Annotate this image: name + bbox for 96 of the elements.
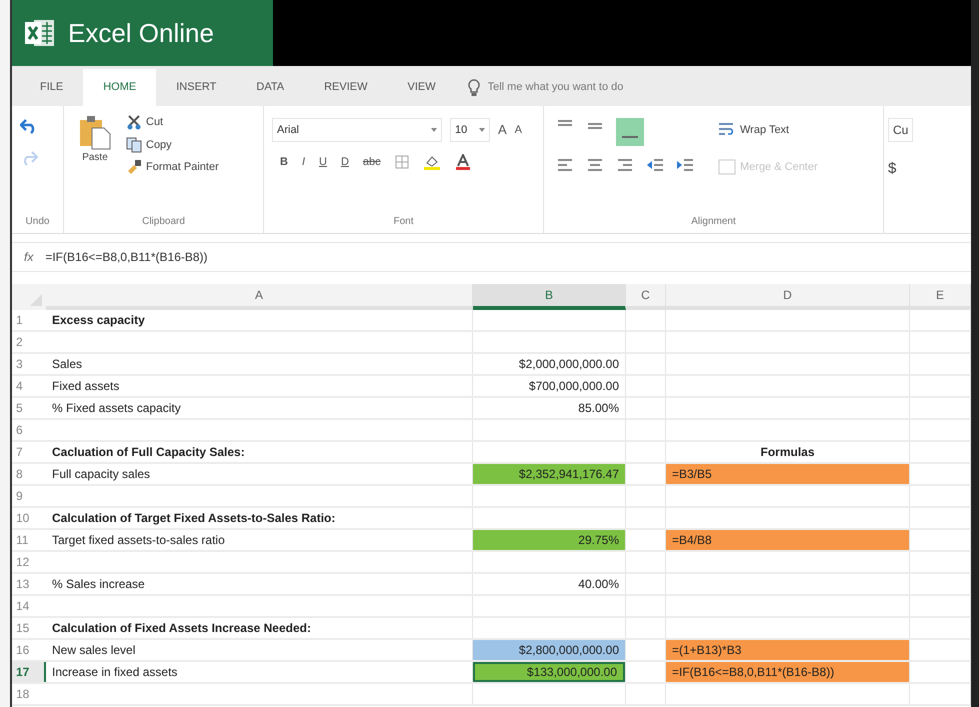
table-cell-text: Excess capacity: [51, 312, 146, 329]
ribbon-tab[interactable]: DATA: [236, 69, 304, 106]
table-cell: $133,000,000.00: [473, 662, 625, 682]
row-number[interactable]: 12: [12, 552, 46, 572]
table-cell-text: Increase in fixed assets: [51, 664, 178, 681]
table-cell-text: 85.00%: [577, 400, 620, 417]
lightbulb-icon: [468, 78, 480, 96]
group-label: Font: [392, 215, 414, 229]
row-number[interactable]: 13: [12, 574, 46, 594]
number-format-dropdown[interactable]: Cu: [888, 118, 914, 142]
font-size-dropdown[interactable]: 10: [450, 118, 490, 142]
table-cell: $2,352,941,176.47: [473, 464, 625, 484]
formula-field[interactable]: =IF(B16<=B8,0,B11*(B16-B8)): [45, 248, 959, 266]
font-style-button[interactable]: abc: [362, 154, 381, 170]
table-cell-text: Calculation of Target Fixed Assets-to-Sales Ratio:: [51, 510, 336, 527]
table-cell-text: Fixed assets: [51, 378, 120, 395]
row-number[interactable]: 11: [12, 530, 46, 550]
app-title: Excel Online: [68, 16, 214, 50]
group-label: Clipboard: [141, 215, 186, 229]
column-header[interactable]: E: [910, 284, 971, 310]
table-cell-text: $700,000,000.00: [528, 378, 620, 395]
clipboard-icon: [78, 114, 112, 150]
table-cell-text: Formulas: [759, 444, 816, 461]
row-number[interactable]: 15: [12, 618, 46, 638]
align-bottom-icon[interactable]: [616, 118, 644, 146]
row-number[interactable]: 8: [12, 464, 46, 484]
table-cell-text: Cacluation of Full Capacity Sales:: [51, 444, 246, 461]
column-header[interactable]: B: [473, 284, 626, 310]
wrap-text-button[interactable]: Wrap Text: [718, 122, 818, 138]
font-style-button[interactable]: U: [319, 154, 327, 170]
table-cell-text: Calculation of Fixed Assets Increase Needed:: [51, 620, 312, 637]
row-number[interactable]: 14: [12, 596, 46, 616]
row-number[interactable]: 2: [12, 332, 46, 352]
currency-button[interactable]: $: [888, 158, 914, 180]
row-number[interactable]: 18: [12, 684, 46, 704]
paste-button[interactable]: Paste: [72, 114, 118, 214]
table-cell: 29.75%: [473, 530, 625, 550]
column-header[interactable]: A: [46, 284, 473, 310]
ribbon-tab[interactable]: HOME: [83, 69, 156, 106]
ribbon-tab[interactable]: FILE: [20, 69, 84, 106]
fill-color-icon[interactable]: [422, 154, 441, 170]
merge-icon: [718, 158, 736, 175]
font-style-button[interactable]: B: [280, 154, 288, 170]
function-label: fx: [24, 249, 34, 266]
search-field[interactable]: Tell me what you want to do: [488, 79, 748, 96]
cut-button[interactable]: Cut: [126, 114, 219, 130]
font-name-dropdown[interactable]: Arial: [272, 118, 442, 142]
brush-icon: [126, 159, 142, 176]
align-center-icon[interactable]: [586, 158, 604, 172]
font-style-button[interactable]: D: [340, 154, 349, 170]
align-right-icon[interactable]: [616, 158, 634, 172]
table-cell: $2,800,000,000.00: [473, 640, 625, 660]
decrease-indent-icon[interactable]: [646, 158, 664, 172]
row-number[interactable]: 6: [12, 420, 46, 440]
group-label: Alignment: [690, 215, 737, 229]
caret-icon: [479, 128, 485, 132]
group-label: Undo: [24, 215, 50, 229]
row-number[interactable]: 16: [12, 640, 46, 660]
row-number[interactable]: 9: [12, 486, 46, 506]
table-cell-text: Full capacity sales: [51, 466, 152, 483]
borders-icon[interactable]: [394, 155, 409, 170]
row-number[interactable]: 17: [12, 662, 46, 682]
ribbon-tab[interactable]: VIEW: [388, 69, 456, 106]
table-cell: =(1+B13)*B3: [666, 640, 909, 660]
row-number[interactable]: 7: [12, 442, 46, 462]
table-cell: =B4/B8: [666, 530, 909, 550]
align-left-icon[interactable]: [556, 158, 574, 172]
column-header[interactable]: C: [626, 284, 666, 310]
table-cell-text: % Sales increase: [51, 576, 146, 593]
column-header[interactable]: D: [666, 284, 910, 310]
grow-font-button[interactable]: A: [498, 120, 507, 140]
caret-icon: [431, 128, 437, 132]
copy-icon: [126, 136, 142, 153]
table-cell-text: 40.00%: [577, 576, 620, 593]
spreadsheet-icon: [24, 18, 56, 48]
scissors-icon: [126, 114, 142, 130]
row-number[interactable]: 10: [12, 508, 46, 528]
font-style-button[interactable]: I: [302, 154, 306, 170]
row-number[interactable]: 3: [12, 354, 46, 374]
shrink-font-button[interactable]: A: [514, 122, 522, 138]
table-cell-text: $2,000,000,000.00: [518, 356, 620, 373]
row-number[interactable]: 1: [12, 310, 46, 330]
table-cell-text: Sales: [51, 356, 84, 373]
table-cell: =IF(B16<=B8,0,B11*(B16-B8)): [666, 662, 909, 682]
table-cell-text: New sales level: [51, 642, 136, 659]
table-cell-text: Target fixed assets-to-sales ratio: [51, 532, 226, 549]
ribbon-tab[interactable]: REVIEW: [304, 69, 388, 106]
increase-indent-icon[interactable]: [676, 158, 694, 172]
ribbon-tab[interactable]: INSERT: [156, 69, 236, 106]
row-number[interactable]: 5: [12, 398, 46, 418]
font-color-icon[interactable]: [454, 154, 471, 170]
format-painter-button[interactable]: Format Painter: [126, 159, 219, 176]
table-cell: =B3/B5: [666, 464, 909, 484]
row-number[interactable]: 4: [12, 376, 46, 396]
table-cell-text: % Fixed assets capacity: [51, 400, 182, 417]
copy-button[interactable]: Copy: [126, 136, 219, 153]
